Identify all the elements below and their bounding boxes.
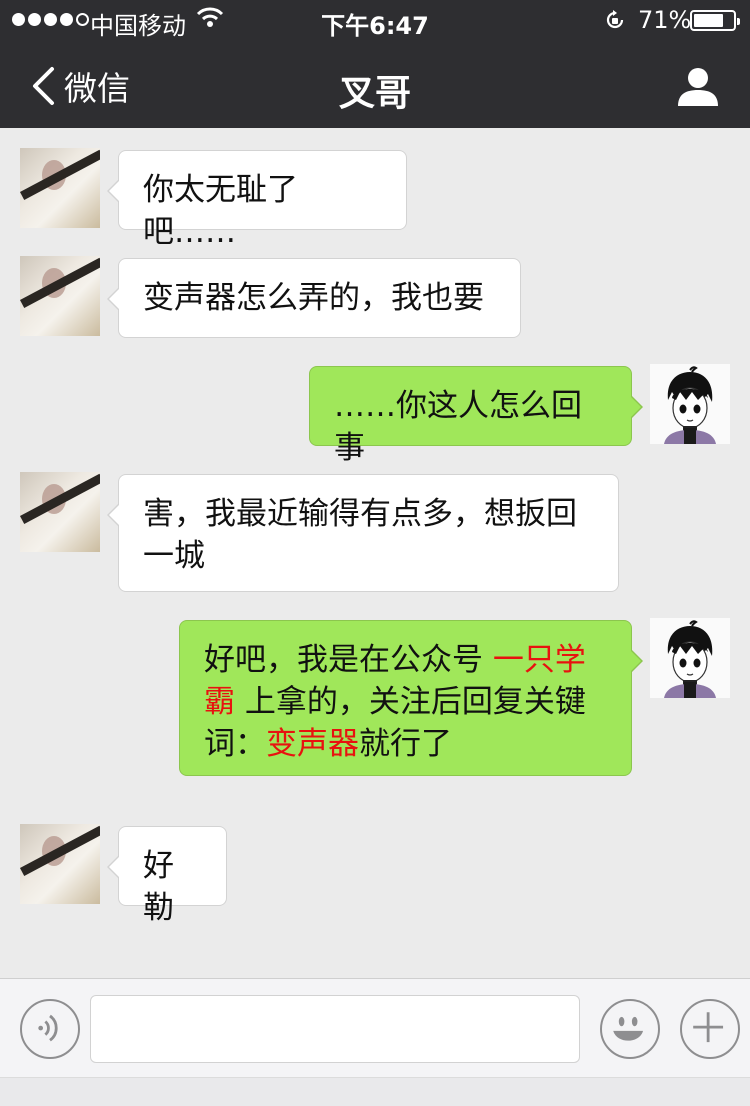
message-text-part: 好吧，我是在公众号 xyxy=(204,642,493,678)
keyword-highlight: 变声器 xyxy=(266,726,359,762)
message-text: ……你这人怎么回事 xyxy=(334,388,582,466)
message-text-part: 就行了 xyxy=(359,726,452,762)
message-bubble-incoming[interactable]: 你太无耻了吧…… xyxy=(107,150,407,250)
voice-button[interactable] xyxy=(20,999,80,1059)
contact-avatar[interactable] xyxy=(20,148,100,228)
chat-area: 你太无耻了吧…… 变声器怎么弄的，我也要 ……你这人怎么回事 害，我最近输得有点… xyxy=(0,128,750,978)
message-input[interactable] xyxy=(90,995,580,1063)
plus-icon xyxy=(693,1012,724,1043)
emoji-icon xyxy=(613,1016,644,1041)
rotation-lock-icon xyxy=(606,10,624,29)
status-bar: 中国移动 下午6:47 71% xyxy=(0,0,750,40)
my-avatar[interactable] xyxy=(650,364,730,444)
message-bubble-incoming[interactable]: 好勒 xyxy=(107,826,227,926)
top-bar: 中国移动 下午6:47 71% 微信 叉哥 xyxy=(0,0,750,128)
emoji-button[interactable] xyxy=(600,999,660,1059)
anime-boy-avatar-icon xyxy=(664,620,716,698)
voice-icon xyxy=(38,1014,58,1042)
contact-avatar[interactable] xyxy=(20,824,100,904)
message-bubble-outgoing[interactable]: ……你这人怎么回事 xyxy=(309,366,643,466)
input-bar xyxy=(0,978,750,1106)
message-bubble-incoming[interactable]: 变声器怎么弄的，我也要 xyxy=(107,258,521,338)
message-text: 变声器怎么弄的，我也要 xyxy=(143,280,484,316)
bottom-strip xyxy=(0,1077,750,1106)
my-avatar[interactable] xyxy=(650,618,730,698)
message-text: 你太无耻了吧…… xyxy=(143,172,298,250)
profile-icon[interactable] xyxy=(676,64,720,108)
battery-percent: 71% xyxy=(638,6,692,34)
anime-boy-avatar-icon xyxy=(664,366,716,444)
message-bubble-outgoing[interactable]: 好吧，我是在公众号 一只学霸 上拿的，关注后回复关键词：变声器就行了 xyxy=(179,620,643,776)
message-text: 害，我最近输得有点多，想扳回一城 xyxy=(143,496,577,574)
battery-icon xyxy=(690,10,740,31)
contact-avatar[interactable] xyxy=(20,472,100,552)
message-text: 好勒 xyxy=(143,848,174,926)
contact-avatar[interactable] xyxy=(20,256,100,336)
more-button[interactable] xyxy=(680,999,740,1059)
chat-title: 叉哥 xyxy=(338,73,411,114)
message-bubble-incoming[interactable]: 害，我最近输得有点多，想扳回一城 xyxy=(107,474,619,592)
